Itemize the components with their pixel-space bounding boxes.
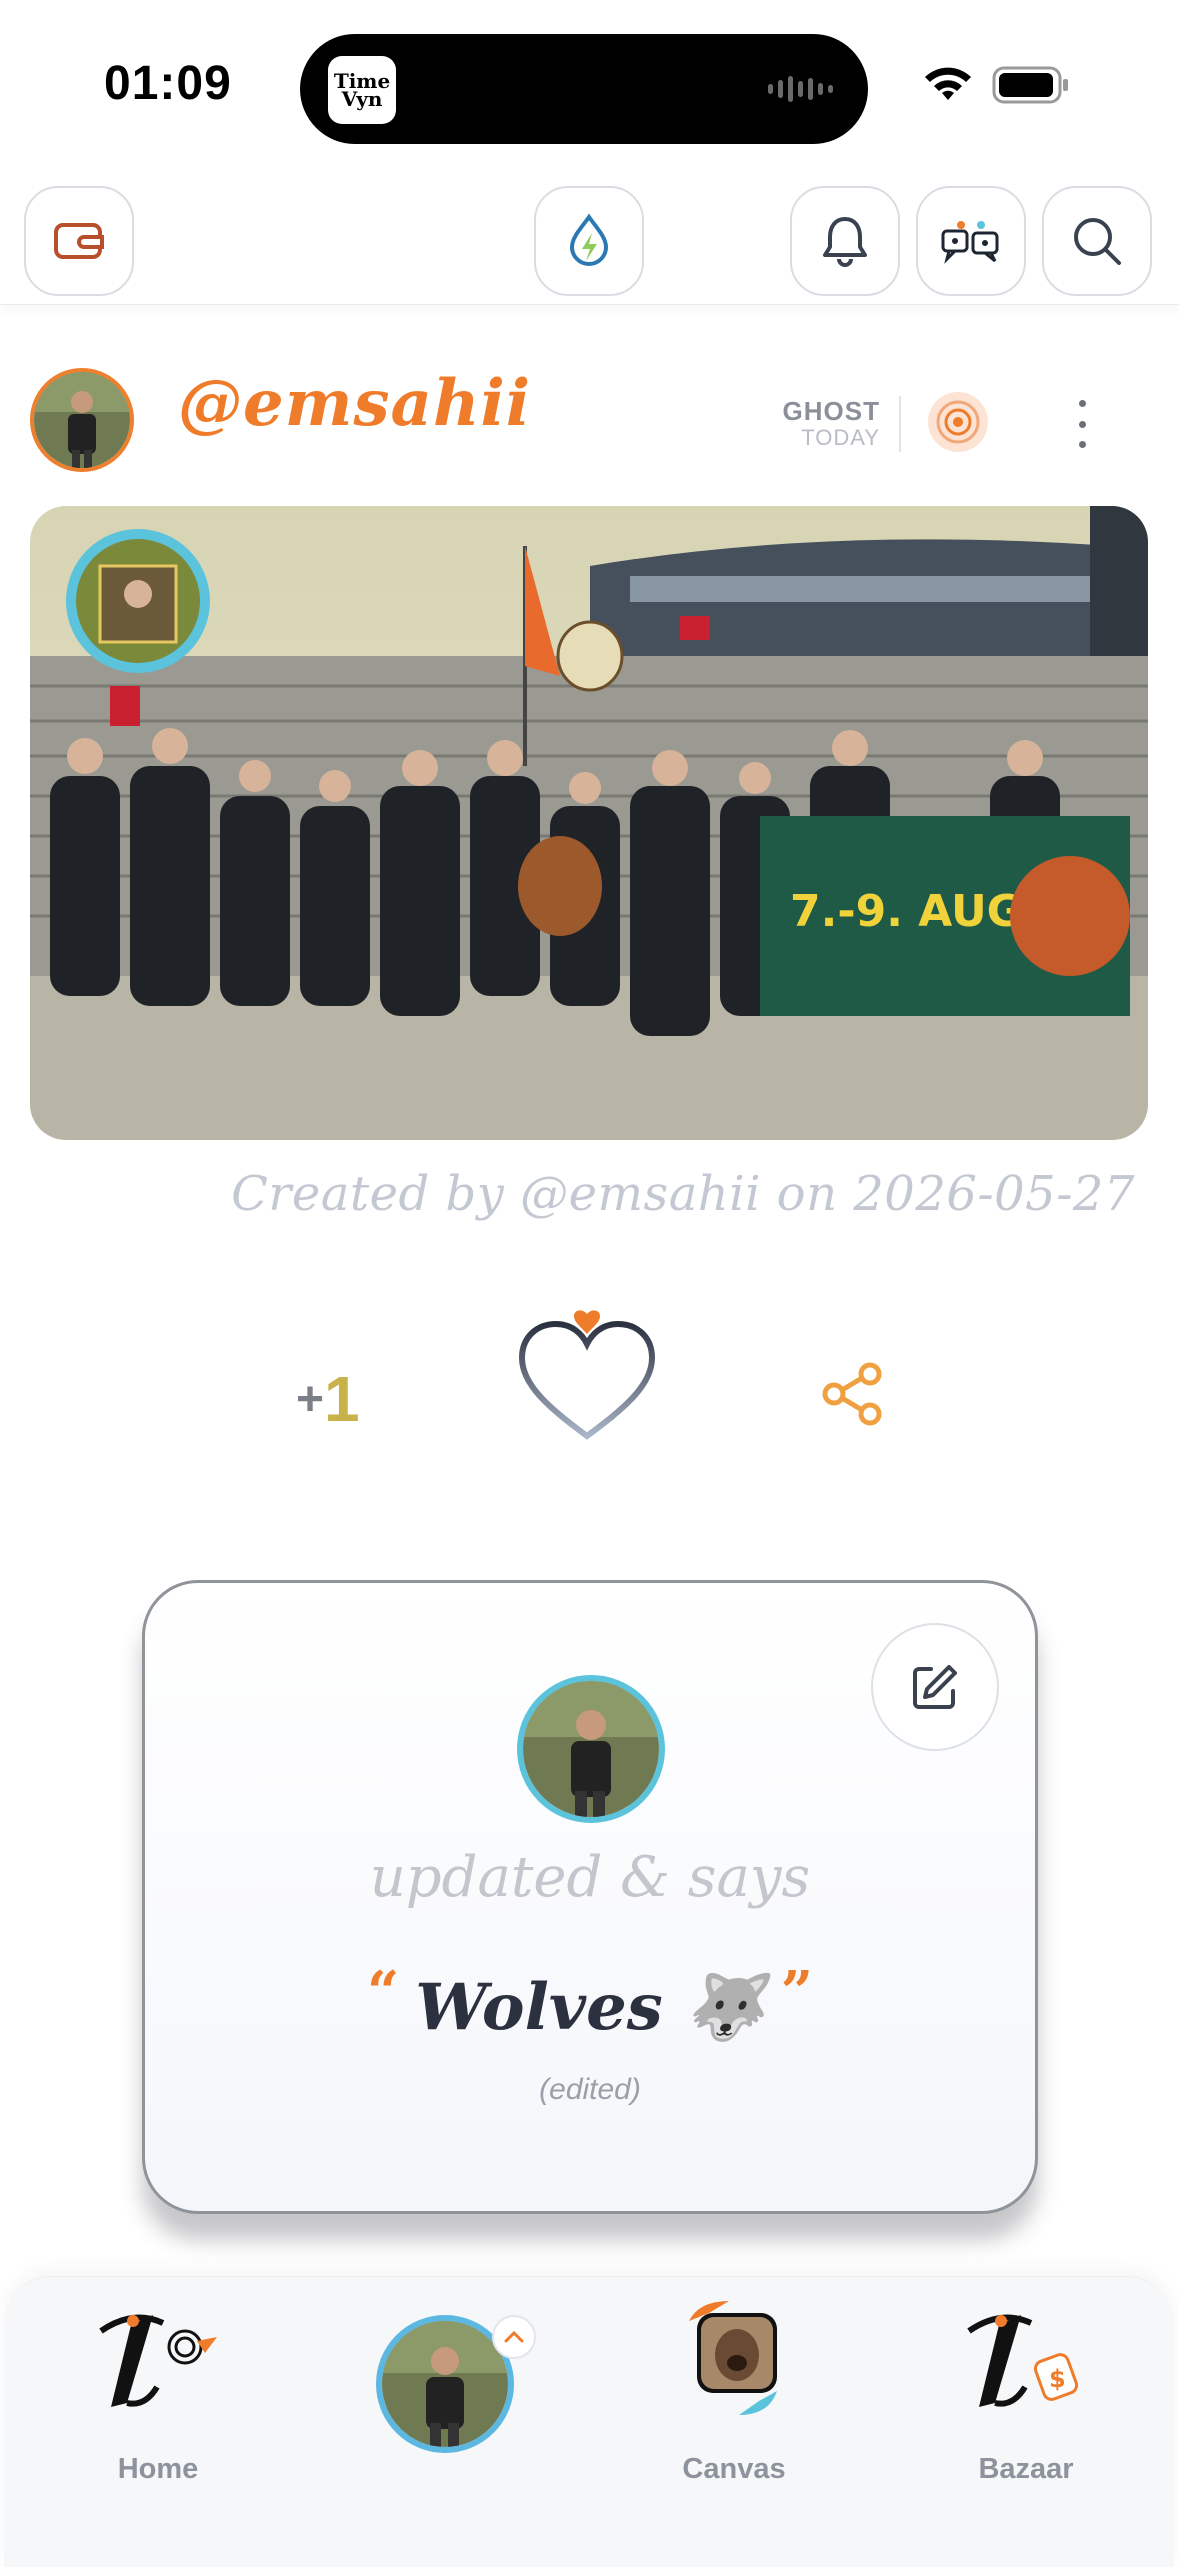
post-photo[interactable]: 7.-9. AUGUST	[30, 506, 1148, 1140]
plus-count: 1	[324, 1363, 360, 1435]
person-photo	[382, 2321, 508, 2447]
energy-button[interactable]	[534, 186, 644, 296]
open-quote: “	[367, 1959, 400, 2025]
wallet-icon	[54, 223, 104, 259]
target-icon[interactable]	[926, 390, 990, 454]
home-logo-icon	[99, 2314, 217, 2407]
tab-home[interactable]: Home	[58, 2307, 258, 2485]
island-app-icon: Time Vyn	[328, 56, 396, 124]
status-time: 01:09	[104, 57, 232, 110]
status-message: Wolves 🐺	[415, 1970, 765, 2045]
edit-icon	[913, 1665, 957, 1709]
tab-home-label: Home	[117, 2453, 199, 2485]
svg-text:$: $	[1049, 2365, 1066, 2393]
created-caption: Created by @emsahii on 2026-05-27	[231, 1166, 1135, 1222]
edited-label: (edited)	[539, 2073, 641, 2106]
notifications-button[interactable]	[790, 186, 900, 296]
status-update-card: updated & says “Wolves 🐺” (edited)	[142, 1580, 1038, 2214]
audio-wave-icon	[768, 76, 833, 102]
quote-line: “Wolves 🐺”	[145, 1959, 1035, 2045]
drop-bolt-icon	[569, 213, 609, 266]
edit-button[interactable]	[871, 1623, 999, 1751]
post-time-label: TODAY	[801, 425, 880, 450]
post-header: @emsahii GHOST TODAY	[0, 360, 1179, 480]
status-bar: 01:09 Time Vyn	[0, 0, 1179, 170]
battery-icon	[992, 66, 1068, 104]
bazaar-logo-icon: $	[967, 2314, 1079, 2407]
tab-canvas-label: Canvas	[682, 2453, 786, 2485]
visibility-label: GHOST	[782, 396, 880, 426]
tab-bazaar[interactable]: $ Bazaar	[926, 2307, 1126, 2485]
heart-icon[interactable]	[512, 1300, 662, 1450]
author-username[interactable]: @emsahii	[178, 366, 531, 441]
person-photo	[523, 1681, 659, 1817]
canvas-icon	[689, 2301, 777, 2415]
visibility-status: GHOST TODAY	[760, 396, 880, 451]
bottom-tab-bar: Home Canvas $ Bazaar	[4, 2276, 1174, 2567]
plus-one-counter[interactable]: +1	[296, 1362, 360, 1436]
messages-button[interactable]	[916, 186, 1026, 296]
search-button[interactable]	[1042, 186, 1152, 296]
top-nav	[0, 170, 1179, 305]
plus-sign: +	[296, 1373, 325, 1426]
chat-icon	[941, 221, 999, 264]
divider	[899, 396, 901, 452]
bell-icon	[823, 217, 867, 267]
person-photo	[34, 372, 130, 468]
author-avatar[interactable]	[30, 368, 134, 472]
group-photo: 7.-9. AUGUST	[30, 506, 1148, 1140]
dynamic-island[interactable]: Time Vyn	[300, 34, 868, 144]
close-quote: ”	[780, 1959, 813, 2025]
updated-says-label: updated & says	[369, 1845, 811, 1910]
search-icon	[1074, 218, 1121, 265]
wifi-icon	[925, 67, 971, 100]
tab-bazaar-label: Bazaar	[978, 2453, 1074, 2485]
share-icon[interactable]	[818, 1360, 886, 1428]
wallet-button[interactable]	[24, 186, 134, 296]
chevron-up-icon[interactable]	[492, 2315, 536, 2359]
tab-canvas[interactable]: Canvas	[634, 2301, 834, 2485]
more-options-icon[interactable]	[1064, 394, 1100, 454]
update-author-avatar[interactable]	[517, 1675, 665, 1823]
island-app-label: Time Vyn	[333, 69, 391, 111]
